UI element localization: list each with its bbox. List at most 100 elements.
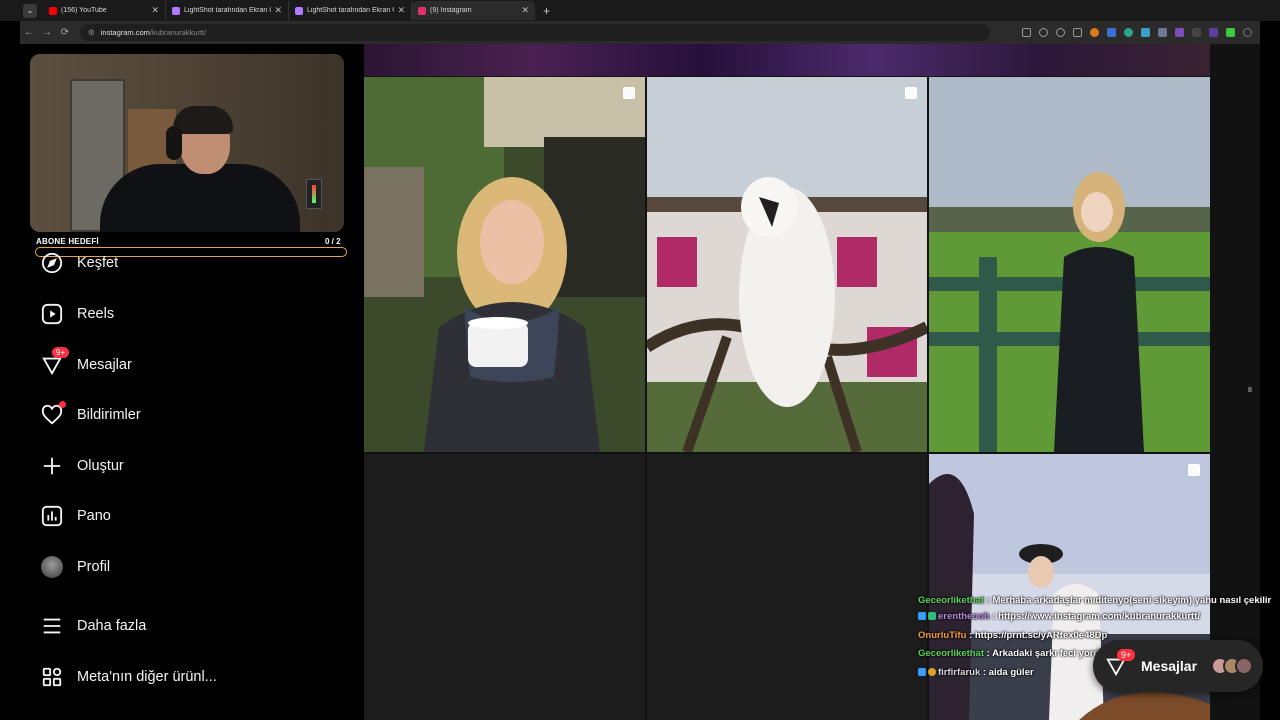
sidebar-item-label: Oluştur	[77, 458, 124, 474]
sidebar: ABONE HEDEFİ 0 / 2 Keşfet Reels 9+ Mesaj…	[20, 44, 364, 720]
chat-username: Geceorlikethat	[918, 648, 984, 659]
extensions-area	[1022, 28, 1252, 37]
sidebar-item-dashboard[interactable]: Pano	[40, 499, 111, 533]
star-icon[interactable]	[1073, 28, 1082, 37]
back-icon[interactable]: ←	[20, 27, 38, 38]
sidebar-item-label: Profil	[77, 559, 111, 575]
chat-username: firfirfaruk	[938, 666, 981, 678]
extension-violet-icon[interactable]	[1209, 28, 1218, 37]
post-tile-placeholder[interactable]	[364, 454, 645, 720]
sidebar-item-label: Keşfet	[77, 255, 119, 271]
tab-instagram[interactable]: (9) Instagram ✕	[412, 1, 535, 20]
chat-message: erentheooh : https://www.instagram.com/k…	[918, 608, 1278, 627]
menu-icon	[40, 614, 64, 638]
tab-title: LightShot tarafından Ekran Görü	[307, 7, 394, 14]
avatar	[1235, 657, 1253, 675]
extension-teal-icon[interactable]	[1141, 28, 1150, 37]
extension-blue-icon[interactable]	[1107, 28, 1116, 37]
avatar	[40, 555, 64, 579]
messages-badge: 9+	[1117, 649, 1136, 661]
messages-pill-label: Mesajlar	[1141, 658, 1198, 674]
sidebar-item-label: Bildirimler	[77, 407, 141, 423]
sidebar-item-label: Pano	[77, 508, 111, 524]
chat-username: OnurluTifu	[918, 629, 967, 641]
post-tile-placeholder[interactable]	[647, 454, 927, 720]
webcam-overlay	[30, 54, 344, 232]
messages-badge: 9+	[52, 347, 70, 358]
tab-title: LightShot tarafından Ekran Görü	[184, 7, 271, 14]
sidebar-item-notifications[interactable]: Bildirimler	[40, 398, 141, 432]
url-path: /kubranurakkurtt/	[149, 28, 207, 37]
extension-grey-icon[interactable]	[1158, 28, 1167, 37]
reload-icon[interactable]: ⟳	[56, 27, 74, 38]
chat-text: : https://prnt.sc/yARtex0e48Dp	[969, 629, 1108, 641]
close-icon[interactable]: ✕	[151, 5, 159, 16]
lightshot-icon	[295, 6, 303, 15]
sidebar-item-label: Reels	[77, 306, 115, 322]
chat-text: : aida güler	[982, 666, 1034, 678]
chat-text: : Merhaba arkadaşlar mıditenyo(seni sike…	[986, 595, 1272, 606]
extension-dark-icon[interactable]	[1192, 28, 1201, 37]
post-tile[interactable]	[364, 77, 645, 452]
close-icon[interactable]: ✕	[521, 5, 529, 16]
new-tab-button[interactable]: +	[543, 4, 550, 18]
multiple-photos-icon	[623, 87, 635, 99]
sidebar-item-label: Daha fazla	[77, 618, 147, 634]
tab-title: (9) Instagram	[430, 7, 472, 14]
sidebar-item-label: Mesajlar	[77, 357, 132, 373]
compass-icon	[40, 251, 64, 275]
browser-toolbar: ← → ⟳ ⚙ instagram.com/kubranurakkurtt/	[20, 21, 1260, 44]
badge-icon	[918, 612, 926, 621]
sidebar-item-create[interactable]: Oluştur	[40, 449, 124, 483]
post-tile[interactable]	[647, 77, 927, 452]
tab-youtube[interactable]: (156) YouTube ✕	[43, 1, 166, 20]
zoom-icon[interactable]	[1039, 28, 1048, 37]
messages-pill-button[interactable]: 9+ Mesajlar	[1093, 640, 1263, 692]
forward-icon[interactable]: →	[38, 27, 56, 38]
badge-icon	[918, 667, 926, 676]
address-bar[interactable]: ⚙ instagram.com/kubranurakkurtt/	[80, 24, 990, 41]
youtube-icon	[49, 6, 57, 15]
power-icon[interactable]	[1243, 28, 1252, 37]
sidebar-item-reels[interactable]: Reels	[40, 297, 114, 331]
eye-off-icon[interactable]	[1056, 28, 1065, 37]
tab-lightshot-2[interactable]: LightShot tarafından Ekran Görü ✕	[289, 1, 412, 20]
close-icon[interactable]: ✕	[397, 5, 405, 16]
tab-title: (156) YouTube	[61, 7, 107, 14]
sidebar-item-meta-apps[interactable]: Meta'nın diğer ürünl...	[40, 660, 217, 694]
reels-icon	[40, 302, 64, 326]
subscriber-goal-label: ABONE HEDEFİ	[36, 237, 99, 246]
sidebar-item-explore[interactable]: Keşfet	[40, 246, 118, 280]
sidebar-item-label: Meta'nın diğer ürünl...	[77, 669, 217, 685]
extension-purple-icon[interactable]	[1175, 28, 1184, 37]
extension-orange-icon[interactable]	[1090, 28, 1099, 37]
sidebar-item-messages[interactable]: 9+ Mesajlar	[40, 347, 132, 382]
cast-icon[interactable]	[1022, 28, 1031, 37]
chat-username: Geceorlikethat	[918, 595, 984, 606]
extension-lime-icon[interactable]	[1226, 28, 1235, 37]
url-host: instagram.com	[100, 28, 150, 37]
badge-icon	[928, 612, 936, 621]
apps-icon	[40, 665, 64, 689]
browser-tab-bar: ⌄ (156) YouTube ✕ LightShot tarafından E…	[0, 0, 1280, 21]
dashboard-icon	[40, 504, 64, 528]
post-photo-cockatoo	[647, 77, 927, 452]
chat-username: erentheooh	[938, 611, 990, 622]
post-tile[interactable]	[929, 77, 1210, 452]
close-icon[interactable]: ✕	[274, 5, 282, 16]
badge-icon	[928, 667, 936, 676]
lightshot-icon	[172, 6, 180, 15]
tab-lightshot-1[interactable]: LightShot tarafından Ekran Görü ✕	[166, 1, 289, 20]
screen: ⌄ (156) YouTube ✕ LightShot tarafından E…	[0, 0, 1280, 720]
sidebar-item-profile[interactable]: Profil	[40, 550, 110, 584]
messenger-icon: 9+	[40, 347, 70, 377]
chat-text: : https://www.instagram.com/kubranurakku…	[992, 611, 1200, 622]
side-marker-text: 8	[1248, 387, 1252, 394]
tab-search-button[interactable]: ⌄	[23, 3, 37, 18]
extension-green-icon[interactable]	[1124, 28, 1133, 37]
post-row-partial[interactable]	[364, 44, 1210, 76]
sidebar-item-more[interactable]: Daha fazla	[40, 609, 146, 643]
site-info-icon[interactable]: ⚙	[88, 28, 95, 37]
chat-message: Geceorlikethat : Merhaba arkadaşlar mıdi…	[918, 594, 1278, 608]
notification-dot	[59, 401, 66, 408]
